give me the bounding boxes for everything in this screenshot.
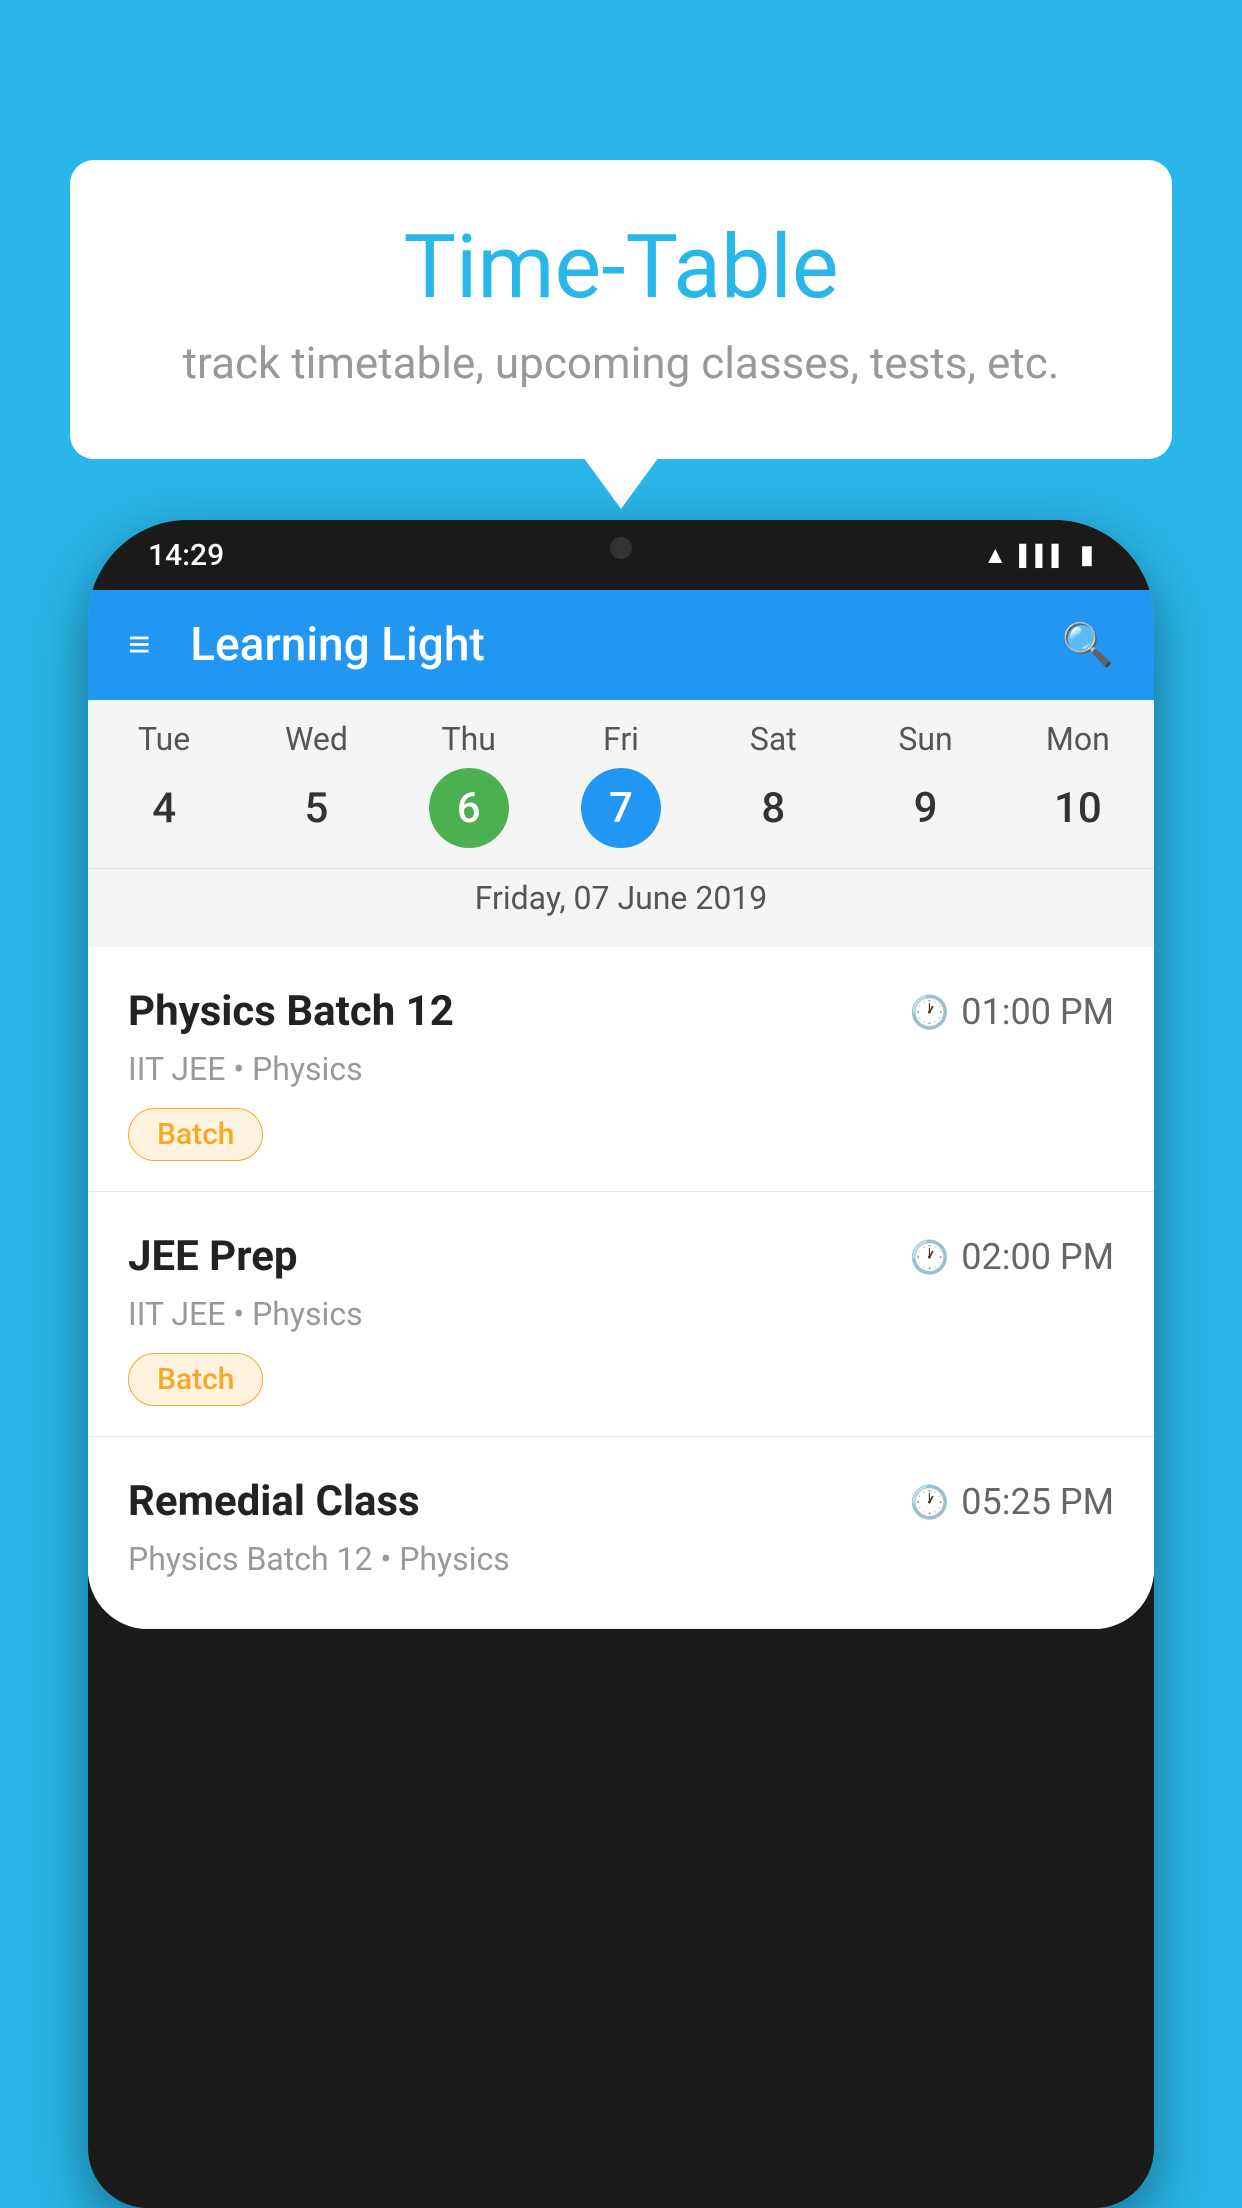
schedule-title: Physics Batch 12 — [128, 987, 454, 1036]
status-bar: 14:29 — [88, 520, 1154, 590]
day-header: Sun — [849, 720, 1001, 758]
day-header: Thu — [393, 720, 545, 758]
clock-icon: 🕐 — [909, 1238, 949, 1276]
phone-frame: 14:29 ≡ Learning Light 🔍 TueWedThuFriSat… — [88, 520, 1154, 2208]
schedule-item-header: JEE Prep 🕐 02:00 PM — [128, 1232, 1114, 1281]
phone-screen: ≡ Learning Light 🔍 TueWedThuFriSatSunMon… — [88, 590, 1154, 1629]
day-numbers: 456789 10 — [88, 768, 1154, 848]
speech-bubble: Time-Table track timetable, upcoming cla… — [70, 160, 1172, 459]
app-bar: ≡ Learning Light 🔍 — [88, 590, 1154, 700]
schedule-meta: Physics Batch 12 • Physics — [128, 1540, 1114, 1578]
batch-tag: Batch — [128, 1108, 263, 1161]
signal-icon — [1019, 543, 1068, 568]
notch — [541, 520, 701, 575]
schedule-item-header: Physics Batch 12 🕐 01:00 PM — [128, 987, 1114, 1036]
calendar-strip: TueWedThuFriSatSunMon 456789 10 Friday, 0… — [88, 700, 1154, 947]
selected-date: Friday, 07 June 2019 — [88, 868, 1154, 937]
schedule-title: JEE Prep — [128, 1232, 298, 1281]
day-number[interactable]: 5 — [276, 768, 356, 848]
clock-icon: 🕐 — [909, 1483, 949, 1521]
day-header: Fri — [545, 720, 697, 758]
day-number[interactable]: 10 — [1038, 768, 1118, 848]
day-number[interactable]: 7 — [581, 768, 661, 848]
schedule-item[interactable]: JEE Prep 🕐 02:00 PM IIT JEE • Physics Ba… — [88, 1192, 1154, 1437]
schedule-time: 🕐 02:00 PM — [909, 1236, 1114, 1278]
camera — [610, 537, 632, 559]
day-header: Sat — [697, 720, 849, 758]
day-number[interactable]: 9 — [886, 768, 966, 848]
schedule-title: Remedial Class — [128, 1477, 420, 1526]
schedule-item-header: Remedial Class 🕐 05:25 PM — [128, 1477, 1114, 1526]
hamburger-menu-icon[interactable]: ≡ — [128, 623, 150, 667]
schedule-meta: IIT JEE • Physics — [128, 1050, 1114, 1088]
schedule-meta: IIT JEE • Physics — [128, 1295, 1114, 1333]
schedule-list: Physics Batch 12 🕐 01:00 PM IIT JEE • Ph… — [88, 947, 1154, 1629]
status-icons — [983, 540, 1094, 570]
day-header: Tue — [88, 720, 240, 758]
app-bar-title: Learning Light — [190, 618, 1062, 672]
schedule-item[interactable]: Physics Batch 12 🕐 01:00 PM IIT JEE • Ph… — [88, 947, 1154, 1192]
wifi-icon — [983, 541, 1007, 570]
clock-icon: 🕐 — [909, 993, 949, 1031]
day-number[interactable]: 8 — [733, 768, 813, 848]
day-number[interactable]: 4 — [124, 768, 204, 848]
batch-tag: Batch — [128, 1353, 263, 1406]
schedule-item[interactable]: Remedial Class 🕐 05:25 PM Physics Batch … — [88, 1437, 1154, 1629]
bubble-title: Time-Table — [150, 220, 1092, 317]
status-time: 14:29 — [148, 538, 224, 573]
battery-icon — [1080, 540, 1094, 570]
day-headers: TueWedThuFriSatSunMon — [88, 720, 1154, 758]
day-header: Mon — [1002, 720, 1154, 758]
search-icon[interactable]: 🔍 — [1062, 621, 1114, 670]
schedule-time: 🕐 05:25 PM — [909, 1481, 1114, 1523]
day-header: Wed — [240, 720, 392, 758]
schedule-time: 🕐 01:00 PM — [909, 991, 1114, 1033]
day-number[interactable]: 6 — [429, 768, 509, 848]
bubble-subtitle: track timetable, upcoming classes, tests… — [150, 337, 1092, 389]
